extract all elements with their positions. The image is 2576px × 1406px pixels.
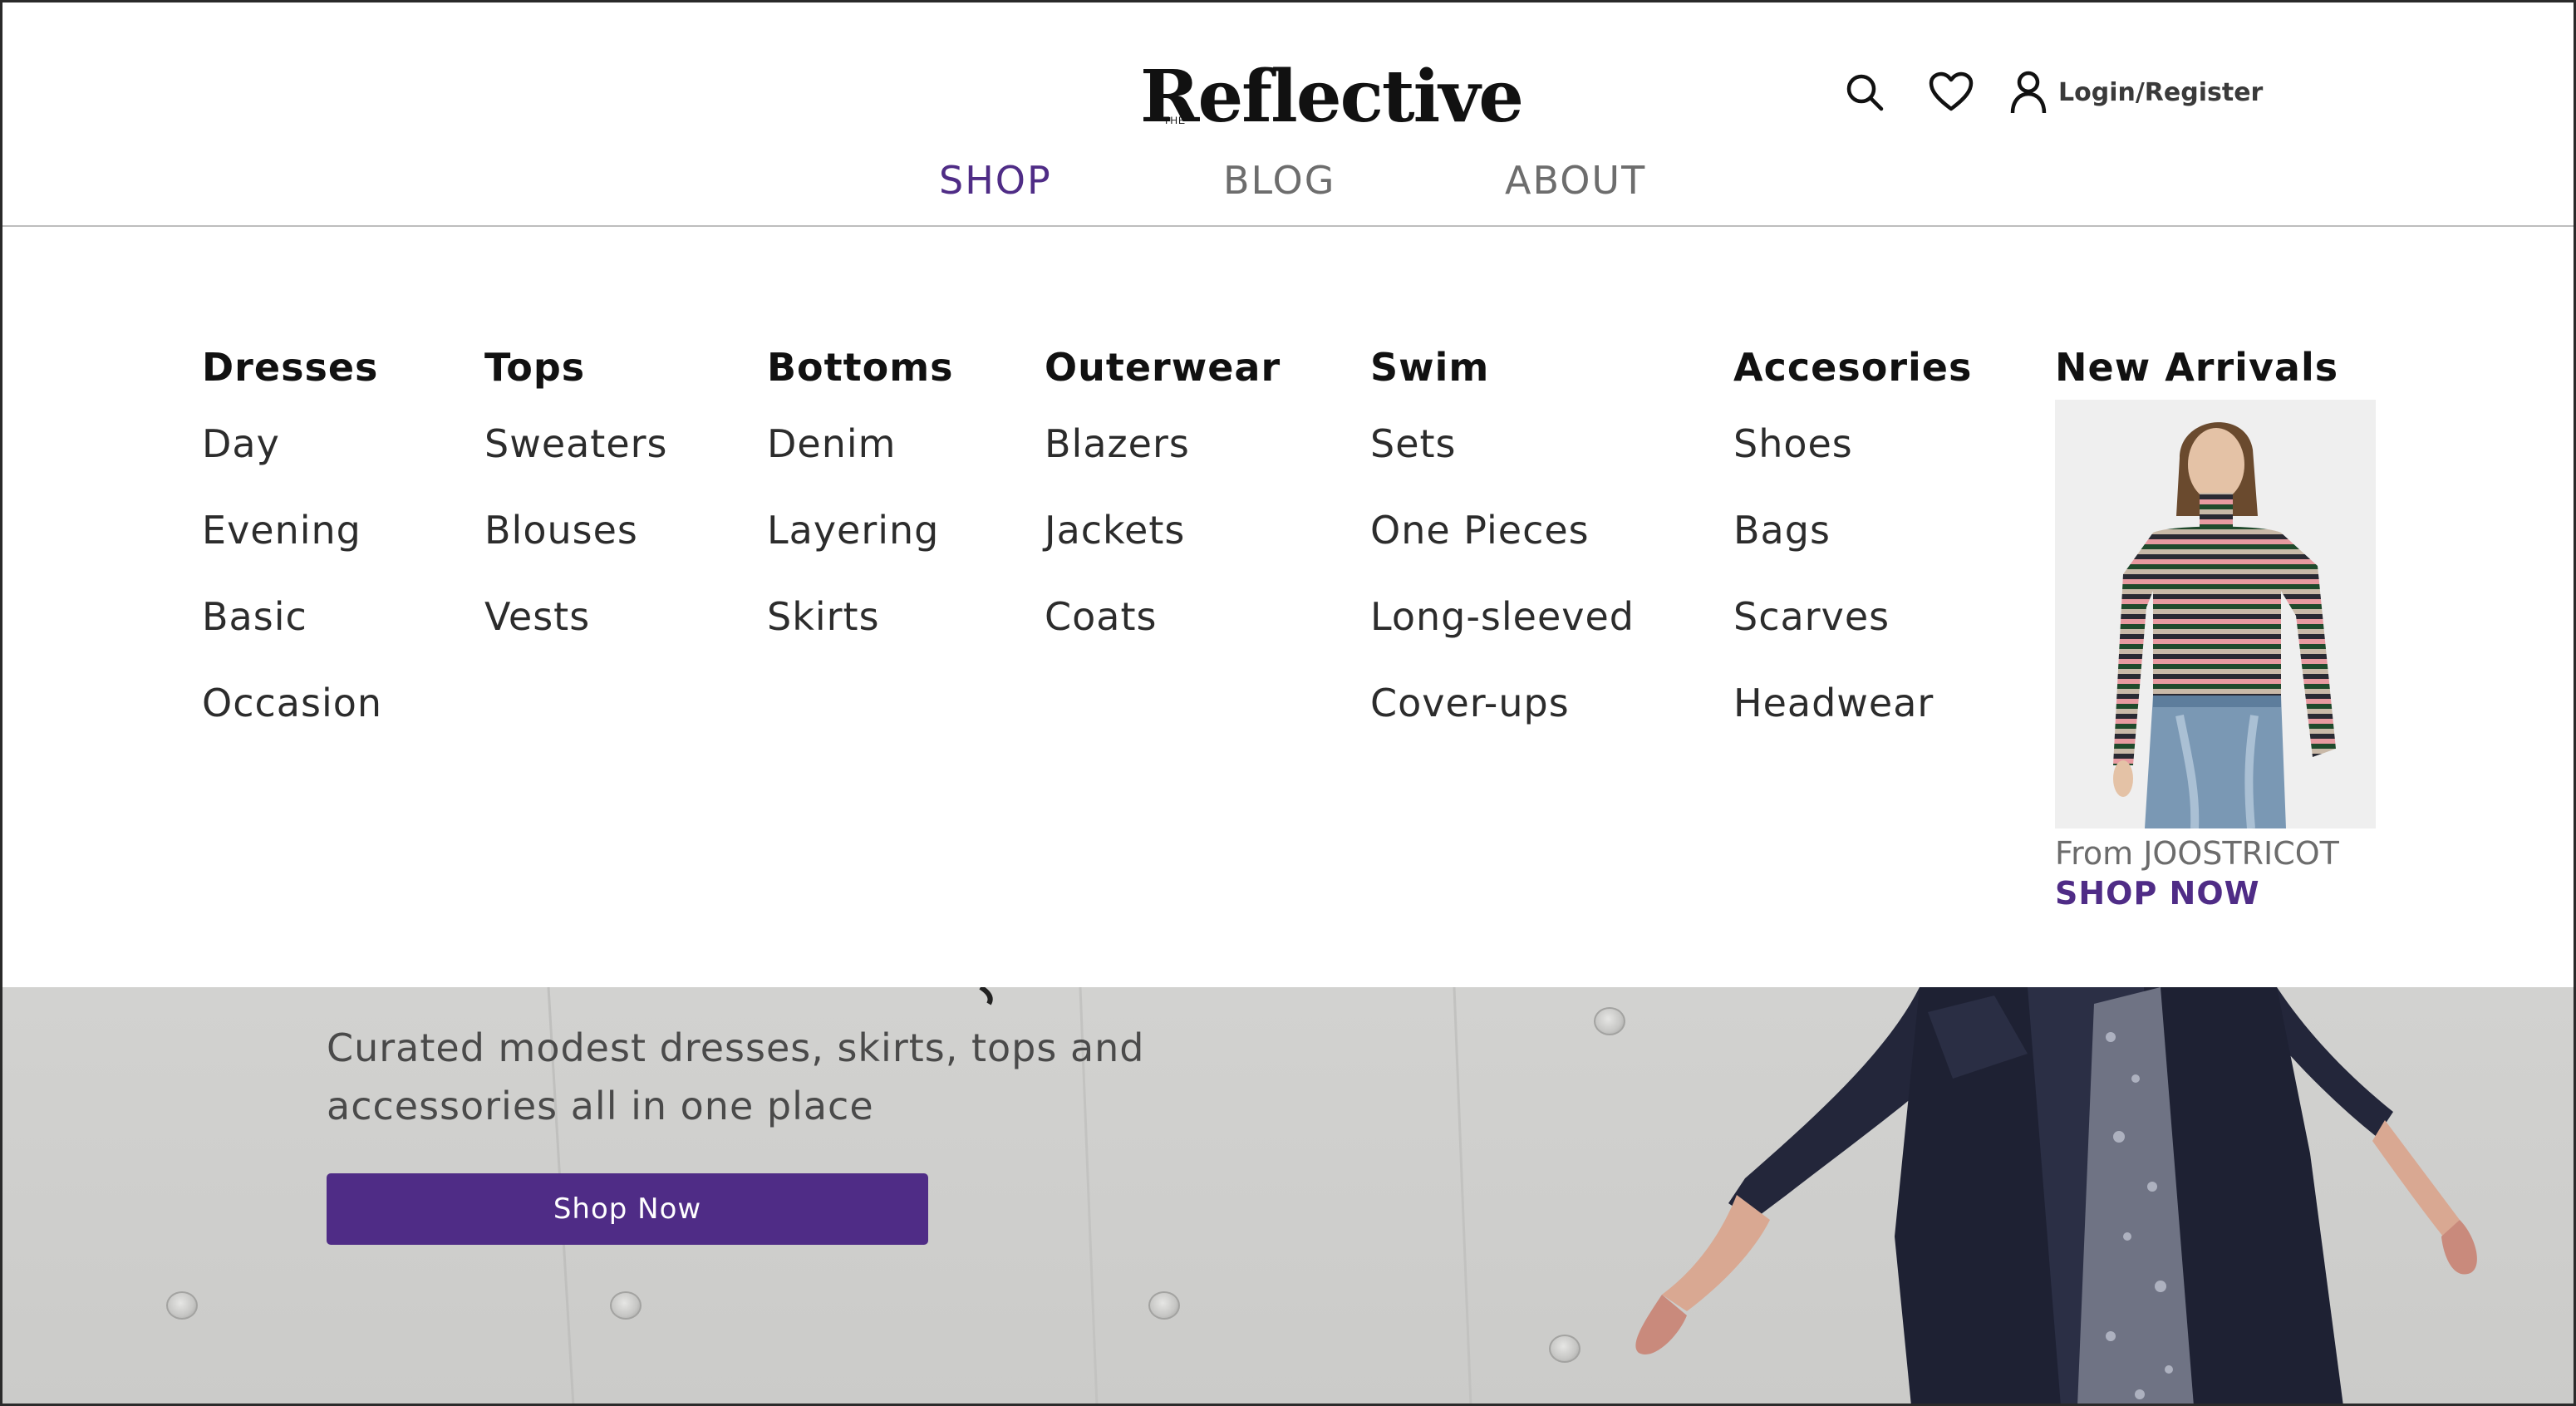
menu-item-headwear[interactable]: Headwear	[1733, 681, 1972, 767]
nav-about[interactable]: ABOUT	[1505, 158, 1646, 203]
brand-prefix: THE	[1163, 115, 1186, 126]
shop-mega-menu: Dresses Day Evening Basic Occasion Tops …	[0, 229, 2576, 987]
main-nav: SHOP BLOG ABOUT	[0, 158, 2576, 216]
column-title-accesories[interactable]: Accesories	[1733, 345, 1972, 421]
menu-column-outerwear: Outerwear Blazers Jackets Coats	[1045, 345, 1281, 681]
hero-tagline-line-1: Curated modest dresses, skirts, tops and	[327, 1025, 1145, 1070]
user-icon	[2010, 71, 2047, 114]
search-icon[interactable]	[1841, 68, 1889, 116]
menu-item-layering[interactable]: Layering	[767, 508, 954, 594]
menu-column-tops: Tops Sweaters Blouses Vests	[484, 345, 668, 681]
menu-item-evening[interactable]: Evening	[202, 508, 382, 594]
menu-column-dresses: Dresses Day Evening Basic Occasion	[202, 345, 382, 767]
menu-item-skirts[interactable]: Skirts	[767, 594, 954, 681]
menu-item-coats[interactable]: Coats	[1045, 594, 1281, 681]
nav-blog[interactable]: BLOG	[1223, 158, 1335, 203]
column-title-bottoms[interactable]: Bottoms	[767, 345, 954, 421]
brand-name: Reflective	[1140, 55, 1524, 139]
new-arrival-product-image[interactable]	[2055, 400, 2376, 828]
menu-item-blouses[interactable]: Blouses	[484, 508, 668, 594]
hero-model-image	[1635, 987, 2477, 1406]
new-arrival-shop-now-link[interactable]: SHOP NOW	[2055, 875, 2260, 912]
menu-item-denim[interactable]: Denim	[767, 421, 954, 508]
menu-column-swim: Swim Sets One Pieces Long-sleeved Cover-…	[1370, 345, 1635, 767]
menu-item-day[interactable]: Day	[202, 421, 382, 508]
heart-icon[interactable]	[1927, 68, 1975, 116]
brand-logo[interactable]: Reflective THE	[1140, 42, 1524, 139]
menu-item-sweaters[interactable]: Sweaters	[484, 421, 668, 508]
menu-column-accesories: Accesories Shoes Bags Scarves Headwear	[1733, 345, 1972, 767]
column-title-outerwear[interactable]: Outerwear	[1045, 345, 1281, 421]
menu-column-bottoms: Bottoms Denim Layering Skirts	[767, 345, 954, 681]
decor-bolt	[610, 1291, 642, 1320]
column-title-swim[interactable]: Swim	[1370, 345, 1635, 421]
menu-item-basic[interactable]: Basic	[202, 594, 382, 681]
menu-item-one-pieces[interactable]: One Pieces	[1370, 508, 1635, 594]
menu-item-cover-ups[interactable]: Cover-ups	[1370, 681, 1635, 767]
hero-shop-now-button[interactable]: Shop Now	[327, 1173, 928, 1245]
menu-item-long-sleeved[interactable]: Long-sleeved	[1370, 594, 1635, 681]
header-utilities: Login/Register	[1841, 66, 2263, 118]
menu-item-sets[interactable]: Sets	[1370, 421, 1635, 508]
new-arrival-brand: From JOOSTRICOT	[2055, 835, 2339, 872]
menu-item-scarves[interactable]: Scarves	[1733, 594, 1972, 681]
site-header: Reflective THE Login/Register SHOP BLOG …	[0, 0, 2576, 227]
menu-item-occasion[interactable]: Occasion	[202, 681, 382, 767]
new-arrivals-panel: New Arrivals From JOOSTRICOT SHOP NOW	[2055, 345, 2376, 912]
hero-banner: Curated modest dresses, skirts, tops and…	[0, 987, 2576, 1406]
decor-bolt	[1148, 1291, 1180, 1320]
menu-item-shoes[interactable]: Shoes	[1733, 421, 1972, 508]
hero-tagline: Curated modest dresses, skirts, tops and…	[327, 1019, 1145, 1135]
login-register-link[interactable]: Login/Register	[2010, 70, 2263, 115]
hero-tagline-line-2: accessories all in one place	[327, 1084, 874, 1128]
login-label: Login/Register	[2058, 77, 2264, 107]
menu-item-blazers[interactable]: Blazers	[1045, 421, 1281, 508]
nav-shop[interactable]: SHOP	[939, 158, 1052, 203]
column-title-new-arrivals[interactable]: New Arrivals	[2055, 345, 2376, 400]
column-title-tops[interactable]: Tops	[484, 345, 668, 421]
menu-item-vests[interactable]: Vests	[484, 594, 668, 681]
menu-item-bags[interactable]: Bags	[1733, 508, 1972, 594]
decor-bolt	[166, 1291, 198, 1320]
column-title-dresses[interactable]: Dresses	[202, 345, 382, 421]
menu-item-jackets[interactable]: Jackets	[1045, 508, 1281, 594]
